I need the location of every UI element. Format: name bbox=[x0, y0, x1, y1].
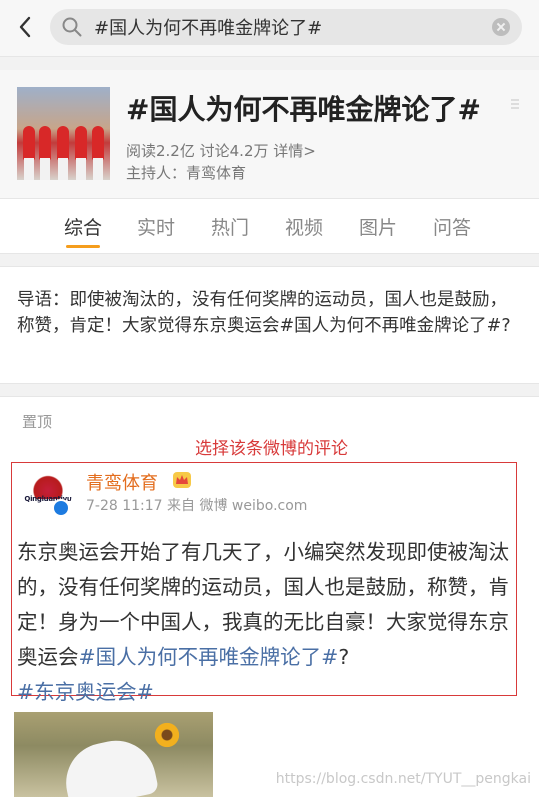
hashtag-link[interactable]: #东京奥运会# bbox=[17, 680, 154, 704]
tab-qa[interactable]: 问答 bbox=[433, 213, 471, 240]
member-crown-icon bbox=[173, 472, 191, 488]
topic-header: #国人为何不再唯金牌论了# 阅读2.2亿 讨论4.2万 详情> 主持人：青鸾体育 bbox=[0, 70, 539, 198]
topic-stats: 阅读2.2亿 讨论4.2万 详情> bbox=[126, 140, 316, 161]
detail-link[interactable]: 详情> bbox=[273, 142, 316, 160]
search-box[interactable] bbox=[50, 9, 522, 45]
image-flower bbox=[152, 722, 182, 748]
post-meta: 7-28 11:17 来自 微博 weibo.com bbox=[86, 498, 308, 514]
annotation-label: 选择该条微博的评论 bbox=[195, 439, 348, 459]
discussion-count: 讨论4.2万 bbox=[199, 142, 269, 160]
search-input[interactable] bbox=[94, 9, 484, 45]
image-figure bbox=[58, 733, 160, 797]
tab-pictures[interactable]: 图片 bbox=[359, 213, 397, 240]
intro-text: 导语：即使被淘汰的，没有任何奖牌的运动员，国人也是鼓励，称赞，肯定！大家觉得东京… bbox=[17, 290, 511, 336]
pinned-label: 置顶 bbox=[22, 413, 53, 431]
tab-video[interactable]: 视频 bbox=[285, 213, 323, 240]
watermark: https://blog.csdn.net/TYUT__pengkai bbox=[275, 771, 531, 787]
post-text: 东京奥运会开始了有几天了，小编突然发现即使被淘汰的，没有任何奖牌的运动员，国人也… bbox=[17, 535, 517, 710]
active-tab-indicator bbox=[66, 245, 100, 248]
topic-title: #国人为何不再唯金牌论了# bbox=[126, 93, 481, 126]
read-count: 阅读2.2亿 bbox=[126, 142, 195, 160]
tab-bar: 综合 实时 热门 视频 图片 问答 bbox=[0, 198, 539, 254]
post-text-punct: ? bbox=[338, 645, 350, 669]
verified-icon bbox=[52, 499, 70, 517]
weibo-post[interactable]: Qingluantiyu 青鸾体育 7-28 11:17 来自 微博 weibo… bbox=[11, 462, 517, 704]
tab-hot[interactable]: 热门 bbox=[211, 213, 249, 240]
feed: 选择该条微博的评论 Qingluantiyu 青鸾体育 7-28 11:17 来… bbox=[0, 439, 539, 797]
tab-realtime[interactable]: 实时 bbox=[137, 213, 175, 240]
back-button[interactable] bbox=[10, 12, 40, 42]
chevron-left-icon bbox=[19, 16, 31, 38]
hashtag-link[interactable]: #国人为何不再唯金牌论了# bbox=[79, 645, 339, 669]
topic-thumbnail bbox=[17, 87, 110, 180]
search-icon bbox=[62, 17, 82, 37]
post-author[interactable]: 青鸾体育 bbox=[86, 469, 158, 495]
topic-host: 主持人：青鸾体育 bbox=[126, 164, 247, 182]
tab-comprehensive[interactable]: 综合 bbox=[64, 213, 102, 240]
top-bar bbox=[0, 0, 539, 57]
clear-icon[interactable] bbox=[492, 18, 510, 36]
topic-intro: 导语：即使被淘汰的，没有任何奖牌的运动员，国人也是鼓励，称赞，肯定！大家觉得东京… bbox=[0, 266, 539, 384]
post-image[interactable] bbox=[14, 712, 213, 797]
drag-handle-icon[interactable] bbox=[510, 98, 520, 110]
